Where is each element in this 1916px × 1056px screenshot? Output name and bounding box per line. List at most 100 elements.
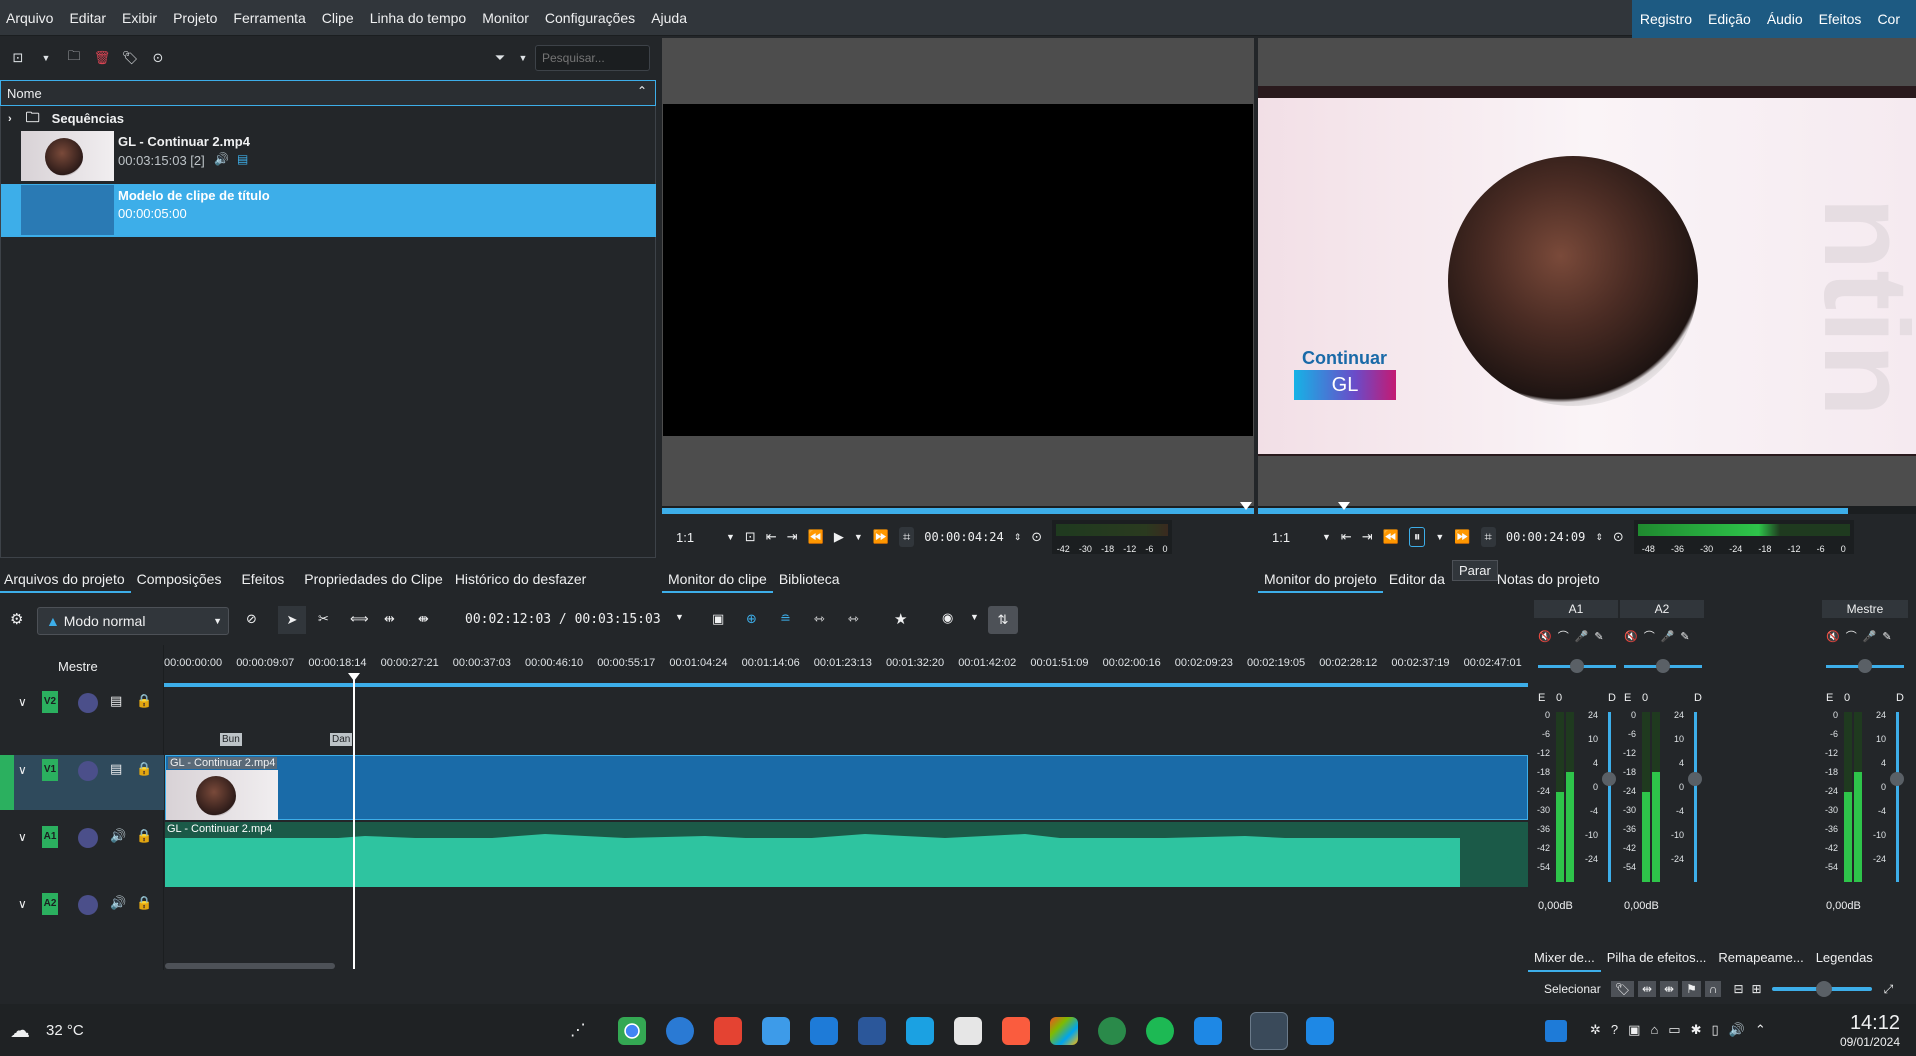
display-icon[interactable]: ▭ bbox=[1668, 1022, 1680, 1038]
bluetooth-icon[interactable]: ✱ bbox=[1691, 1022, 1702, 1038]
effect-icon[interactable] bbox=[78, 693, 98, 713]
project-monitor-playhead[interactable] bbox=[1338, 502, 1350, 510]
chevron-down-icon[interactable]: ∨ bbox=[18, 830, 27, 844]
pan-slider[interactable] bbox=[1826, 659, 1904, 673]
track-header-v2[interactable]: ∨ V2 ▤ 🔒 bbox=[0, 687, 164, 742]
remove-icon[interactable]: ⇿ bbox=[848, 611, 859, 627]
tab-mixer[interactable]: Mixer de... bbox=[1528, 944, 1601, 972]
razor-all-icon[interactable]: ⊘ bbox=[246, 611, 257, 627]
word-icon[interactable] bbox=[858, 1017, 886, 1045]
lock-icon[interactable]: 🔒 bbox=[136, 761, 152, 777]
filter-chevron-icon[interactable]: ▼ bbox=[513, 48, 533, 68]
playhead-handle[interactable] bbox=[348, 673, 360, 681]
tab-composicoes[interactable]: Composições bbox=[131, 565, 228, 593]
strip-icons[interactable]: 🔇⌒🎤✎ bbox=[1538, 628, 1610, 644]
menu-projeto[interactable]: Projeto bbox=[165, 0, 225, 36]
list-item-clip[interactable]: GL - Continuar 2.mp4 00:03:15:03 [2] 🔊 ▤ bbox=[1, 131, 656, 183]
crop-icon[interactable]: ⌗ bbox=[898, 527, 915, 547]
delete-icon[interactable]: 🗑 bbox=[92, 48, 112, 68]
calculator-icon[interactable] bbox=[954, 1017, 982, 1045]
clip-timecode[interactable]: 00:00:04:24 bbox=[924, 530, 1003, 544]
tray-icon[interactable]: ✲ bbox=[1590, 1022, 1601, 1038]
tab-remapeamento[interactable]: Remapeame... bbox=[1712, 944, 1809, 972]
more-icon[interactable]: ⊙ bbox=[1031, 529, 1042, 545]
tag-icon[interactable]: 🏷 bbox=[120, 48, 140, 68]
list-item-folder[interactable]: › 🗀 Sequências bbox=[1, 106, 656, 131]
project-timecode[interactable]: 00:00:24:09 bbox=[1506, 530, 1585, 544]
clip-monitor-screen[interactable] bbox=[663, 104, 1253, 436]
files-icon[interactable] bbox=[762, 1017, 790, 1045]
chevron-down-icon[interactable]: ▼ bbox=[1322, 532, 1331, 542]
timeline-playhead[interactable] bbox=[353, 673, 355, 969]
tab-monitor-do-projeto[interactable]: Monitor do projeto bbox=[1258, 565, 1383, 593]
pause-icon[interactable]: ⏸ bbox=[1408, 527, 1426, 547]
track-v2[interactable]: Bun Dan bbox=[165, 687, 1528, 752]
tray-icon[interactable]: ⌂ bbox=[1650, 1022, 1658, 1038]
lift-icon[interactable]: ≘ bbox=[780, 611, 791, 627]
timeline-timecode[interactable]: 00:02:12:03 / 00:03:15:03 bbox=[465, 612, 661, 627]
colorful-app-icon[interactable] bbox=[1050, 1017, 1078, 1045]
tab-biblioteca[interactable]: Biblioteca bbox=[773, 565, 846, 593]
spotify-icon[interactable] bbox=[1146, 1017, 1174, 1045]
effect-icon[interactable] bbox=[78, 828, 98, 848]
kdenlive-icon[interactable] bbox=[1250, 1012, 1288, 1050]
layout-efeitos[interactable]: Efeitos bbox=[1811, 11, 1870, 27]
out-point-icon[interactable]: ⇥ bbox=[787, 529, 798, 545]
chevron-up-icon[interactable]: ⌃ bbox=[637, 84, 647, 98]
strip-icons[interactable]: 🔇⌒🎤✎ bbox=[1624, 628, 1696, 644]
rewind-icon[interactable]: ⏪ bbox=[1383, 529, 1399, 545]
layout-cor[interactable]: Cor bbox=[1869, 11, 1908, 27]
appstore-icon[interactable] bbox=[1306, 1017, 1334, 1045]
spacer-tool-icon[interactable]: ⟺ bbox=[350, 611, 369, 627]
extract-icon[interactable]: ⇿ bbox=[814, 611, 825, 627]
video-icon[interactable]: ▤ bbox=[110, 693, 122, 709]
menu-linha-do-tempo[interactable]: Linha do tempo bbox=[362, 0, 475, 36]
zoom-fit-icon[interactable]: ⊞ bbox=[1752, 982, 1762, 996]
marker-bun[interactable]: Bun bbox=[220, 733, 242, 746]
green-app-icon[interactable] bbox=[1098, 1017, 1126, 1045]
balance-value[interactable]: 0 bbox=[1844, 692, 1850, 704]
out-point-icon[interactable]: ⇥ bbox=[1362, 529, 1373, 545]
magnet-icon[interactable]: ∩ bbox=[1704, 981, 1722, 997]
chevron-down-icon[interactable]: ∨ bbox=[18, 695, 27, 709]
chevron-down-icon[interactable]: ▼ bbox=[36, 48, 56, 68]
tab-notas-do-projeto[interactable]: Notas do projeto bbox=[1491, 565, 1606, 593]
weather-icon[interactable]: ☁ bbox=[10, 1018, 30, 1043]
play-chevron-icon[interactable]: ▼ bbox=[854, 532, 863, 542]
pan-slider[interactable] bbox=[1538, 659, 1616, 673]
effect-icon[interactable] bbox=[78, 761, 98, 781]
chevron-down-icon[interactable]: ∨ bbox=[18, 897, 27, 911]
widgets-icon[interactable]: ⋰ bbox=[570, 1020, 586, 1040]
fast-forward-icon[interactable]: ⏩ bbox=[873, 529, 889, 545]
rewind-icon[interactable]: ⏪ bbox=[808, 529, 824, 545]
add-folder-icon[interactable]: 🗀 bbox=[64, 48, 84, 68]
menu-ferramenta[interactable]: Ferramenta bbox=[225, 0, 313, 36]
track-a1[interactable]: GL - Continuar 2.mp4 bbox=[165, 822, 1528, 887]
chevron-right-icon[interactable]: › bbox=[8, 113, 12, 125]
layout-audio[interactable]: Áudio bbox=[1759, 11, 1811, 27]
more-icon[interactable]: ⊙ bbox=[148, 48, 168, 68]
video-icon[interactable]: ▤ bbox=[110, 761, 122, 777]
tab-propriedades-do-clipe[interactable]: Propriedades do Clipe bbox=[298, 565, 449, 593]
volume-fader[interactable] bbox=[1602, 712, 1616, 882]
clip-monitor-playhead[interactable] bbox=[1240, 502, 1252, 510]
fast-forward-icon[interactable]: ⏩ bbox=[1454, 529, 1470, 545]
menu-arquivo[interactable]: Arquivo bbox=[0, 0, 61, 36]
track-a2[interactable] bbox=[165, 889, 1528, 954]
speaker-icon[interactable]: 🔊 bbox=[110, 895, 126, 911]
chrome-icon[interactable] bbox=[618, 1017, 646, 1045]
menu-ajuda[interactable]: Ajuda bbox=[643, 0, 695, 36]
snap-icon[interactable]: ⇹ bbox=[1637, 981, 1656, 997]
weather-temp[interactable]: 32 °C bbox=[46, 1022, 84, 1039]
overwrite-icon[interactable]: ▣ bbox=[712, 611, 724, 627]
balance-value[interactable]: 0 bbox=[1642, 692, 1648, 704]
lock-icon[interactable]: 🔒 bbox=[136, 828, 152, 844]
mixer-toggle-icon[interactable]: ⇅ bbox=[988, 606, 1018, 634]
insert-icon[interactable]: ⊕ bbox=[746, 611, 757, 627]
speaker-icon[interactable]: 🔊 bbox=[110, 828, 126, 844]
play-chevron-icon[interactable]: ▼ bbox=[1435, 532, 1444, 542]
in-point-icon[interactable]: ⇤ bbox=[1341, 529, 1352, 545]
chevron-down-icon[interactable]: ∨ bbox=[18, 763, 27, 777]
store-icon[interactable] bbox=[810, 1017, 838, 1045]
more-icon[interactable]: ⊙ bbox=[1613, 529, 1624, 545]
